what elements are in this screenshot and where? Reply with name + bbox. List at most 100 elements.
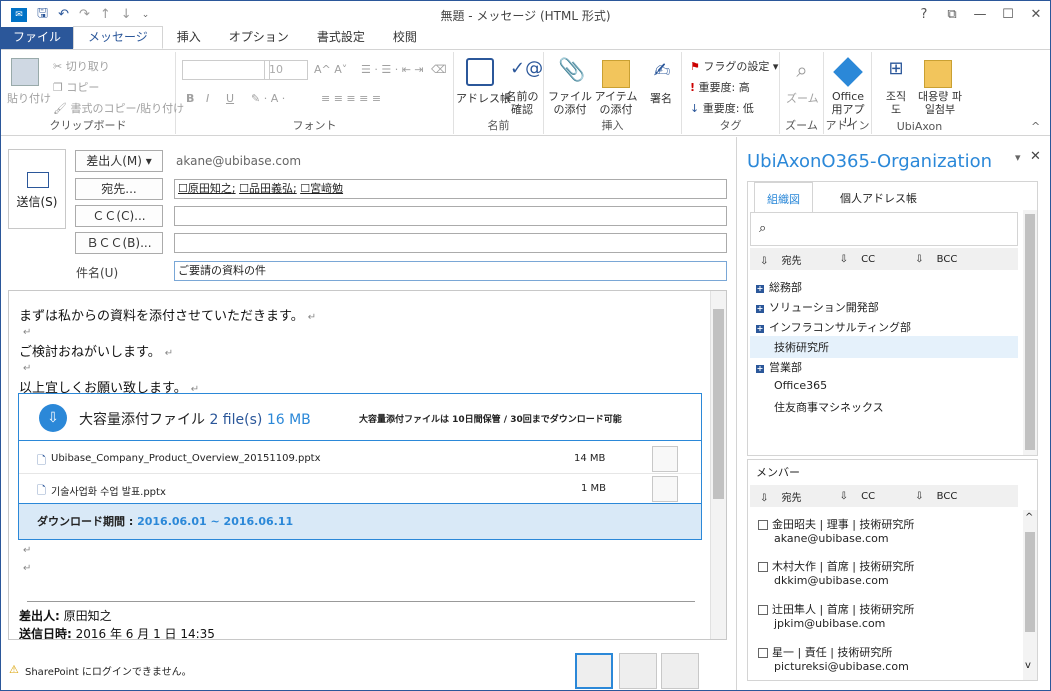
format-painter-button[interactable]: 🖌 書式のコピー/貼り付け [53,100,184,116]
tab-format[interactable]: 書式設定 [303,27,379,49]
signature-icon[interactable]: ✍ [648,58,676,86]
bold-icon[interactable]: B [186,92,194,105]
large-attach-button[interactable]: 대용량 파일첨부 [918,90,962,116]
from-button[interactable]: 差出人(M) ▾ [75,150,163,172]
copy-button[interactable]: ❐ コピー [53,79,99,95]
paste-icon[interactable] [11,58,39,86]
paste-button[interactable]: 貼り付け [7,90,51,106]
to-button[interactable]: 宛先... [75,178,163,200]
expand-icon[interactable]: + [756,325,764,333]
tab-address-book[interactable]: 個人アドレス帳 [828,182,929,214]
bullets-icon[interactable]: ☰ · ☰ · ⇤ ⇥ [361,63,424,76]
check-names-icon[interactable]: ✓@ [510,58,543,86]
avatar[interactable] [575,653,613,689]
pane-close-icon[interactable]: ✕ [1030,149,1041,164]
ribbon-display-button[interactable]: ⧉ [938,1,966,28]
recipient[interactable]: ☐原田知之; [178,182,236,195]
maximize-button[interactable]: ☐ [994,1,1022,28]
scroll-thumb[interactable] [1025,532,1035,632]
font-size-select[interactable]: 10 [264,60,308,80]
member-checkbox[interactable] [758,520,768,530]
body-scrollbar[interactable] [710,291,726,639]
save-icon[interactable]: 🖫 [37,4,48,26]
message-body[interactable]: まずは私からの資料を添付させていただきます。 ↵ ↵ ご検討おねがいします。 ↵ ↵… [8,290,727,640]
customize-qat-icon[interactable]: ⌄ [142,10,150,20]
bcc-field[interactable] [174,233,727,253]
member-scrollbar[interactable]: ^ v [1023,510,1037,680]
redo-icon[interactable]: ↷ [79,7,90,22]
expand-icon[interactable]: + [756,285,764,293]
paperclip-icon[interactable]: 📎 [558,58,586,86]
zoom-button[interactable]: ズーム [786,90,819,106]
clear-format-icon[interactable]: ⌫ [431,63,447,76]
bcc-action[interactable]: ⇩ BCC [915,254,957,265]
tree-item[interactable]: + 営業部 [756,359,802,375]
to-field[interactable]: ☐原田知之; ☐品田義弘; ☐宮﨑勉 [174,179,727,199]
large-attach-icon[interactable] [924,60,952,88]
cc-action[interactable]: ⇩ CC [840,254,876,265]
subject-field[interactable]: ご要請の資料の件 [174,261,727,281]
cc-field[interactable] [174,206,727,226]
undo-icon[interactable]: ↶ [58,7,69,22]
member-item[interactable]: 木村大作 | 首席 | 技術研究所 dkkim@ubibase.com [758,558,914,587]
magnifier-icon[interactable]: ⌕ [788,58,816,86]
underline-icon[interactable]: U [226,92,234,105]
to-action[interactable]: ⇩ 宛先 [760,489,802,504]
scroll-up-icon[interactable]: ^ [1025,512,1033,523]
file-link[interactable]: 기술사업화 수업 발표.pptx [51,483,166,498]
italic-icon[interactable]: I [206,92,209,105]
font-family-select[interactable] [182,60,270,80]
grow-font-icon[interactable]: A^ A˅ [314,63,347,76]
tab-options[interactable]: オプション [215,27,303,49]
member-item[interactable]: 金田昭夫 | 理事 | 技術研究所 akane@ubibase.com [758,516,914,545]
address-book-button[interactable]: アドレス帳 [456,90,511,106]
scroll-thumb[interactable] [1025,214,1035,450]
avatar[interactable] [661,653,699,689]
tree-item[interactable]: + インフラコンサルティング部 [756,319,911,335]
attach-item-button[interactable]: アイテムの添付 [594,90,638,116]
office-icon[interactable] [833,57,863,87]
bcc-button[interactable]: ＢＣＣ(B)... [75,232,163,254]
address-book-icon[interactable] [466,58,494,86]
high-importance-button[interactable]: ! 重要度: 高 [690,79,750,95]
send-button[interactable]: 送信(S) [8,149,66,229]
cut-button[interactable]: ✂ 切り取り [53,58,110,74]
member-checkbox[interactable] [758,648,768,658]
attach-file-button[interactable]: ファイルの添付 [548,90,592,116]
recipient[interactable]: ☐品田義弘; [239,182,297,195]
tree-scrollbar[interactable] [1023,210,1037,455]
pane-menu-icon[interactable]: ▾ [1015,151,1021,164]
recipient[interactable]: ☐宮﨑勉 [300,182,343,195]
check-names-button[interactable]: 名前の確認 [504,90,540,116]
cc-button[interactable]: ＣＣ(C)... [75,205,163,227]
download-icon[interactable] [652,476,678,502]
up-arrow-icon[interactable]: ↑ [100,7,111,22]
scroll-down-icon[interactable]: v [1025,660,1031,671]
tree-item-selected[interactable]: 技術研究所 [750,336,1018,358]
tab-review[interactable]: 校閲 [379,27,431,49]
tree-item[interactable]: Office365 [774,379,827,392]
minimize-button[interactable]: — [966,1,994,28]
align-icons[interactable]: ≡ ≡ ≡ ≡ ≡ [321,92,381,105]
tree-item[interactable]: + 総務部 [756,279,802,295]
member-item[interactable]: 星一 | 責任 | 技術研究所 pictureksi@ubibase.com [758,644,909,673]
member-checkbox[interactable] [758,605,768,615]
scroll-thumb[interactable] [713,309,724,499]
tab-insert[interactable]: 挿入 [163,27,215,49]
member-checkbox[interactable] [758,562,768,572]
to-action[interactable]: ⇩ 宛先 [760,252,802,267]
tree-item[interactable]: + ソリューション開発部 [756,299,879,315]
tab-message[interactable]: メッセージ [73,26,163,49]
help-button[interactable]: ? [910,1,938,28]
expand-icon[interactable]: + [756,305,764,313]
file-link[interactable]: Ubibase_Company_Product_Overview_2015110… [51,453,321,464]
member-item[interactable]: 辻田隼人 | 首席 | 技術研究所 jpkim@ubibase.com [758,601,914,630]
expand-icon[interactable]: + [756,365,764,373]
download-icon[interactable] [652,446,678,472]
close-button[interactable]: ✕ [1022,1,1050,28]
tree-item[interactable]: 住友商事マシネックス [774,399,884,415]
signature-button[interactable]: 署名 [650,90,672,106]
pane-search-input[interactable]: ⌕ [750,212,1018,246]
avatar[interactable] [619,653,657,689]
org-chart-icon[interactable]: ⊞ [882,58,910,86]
